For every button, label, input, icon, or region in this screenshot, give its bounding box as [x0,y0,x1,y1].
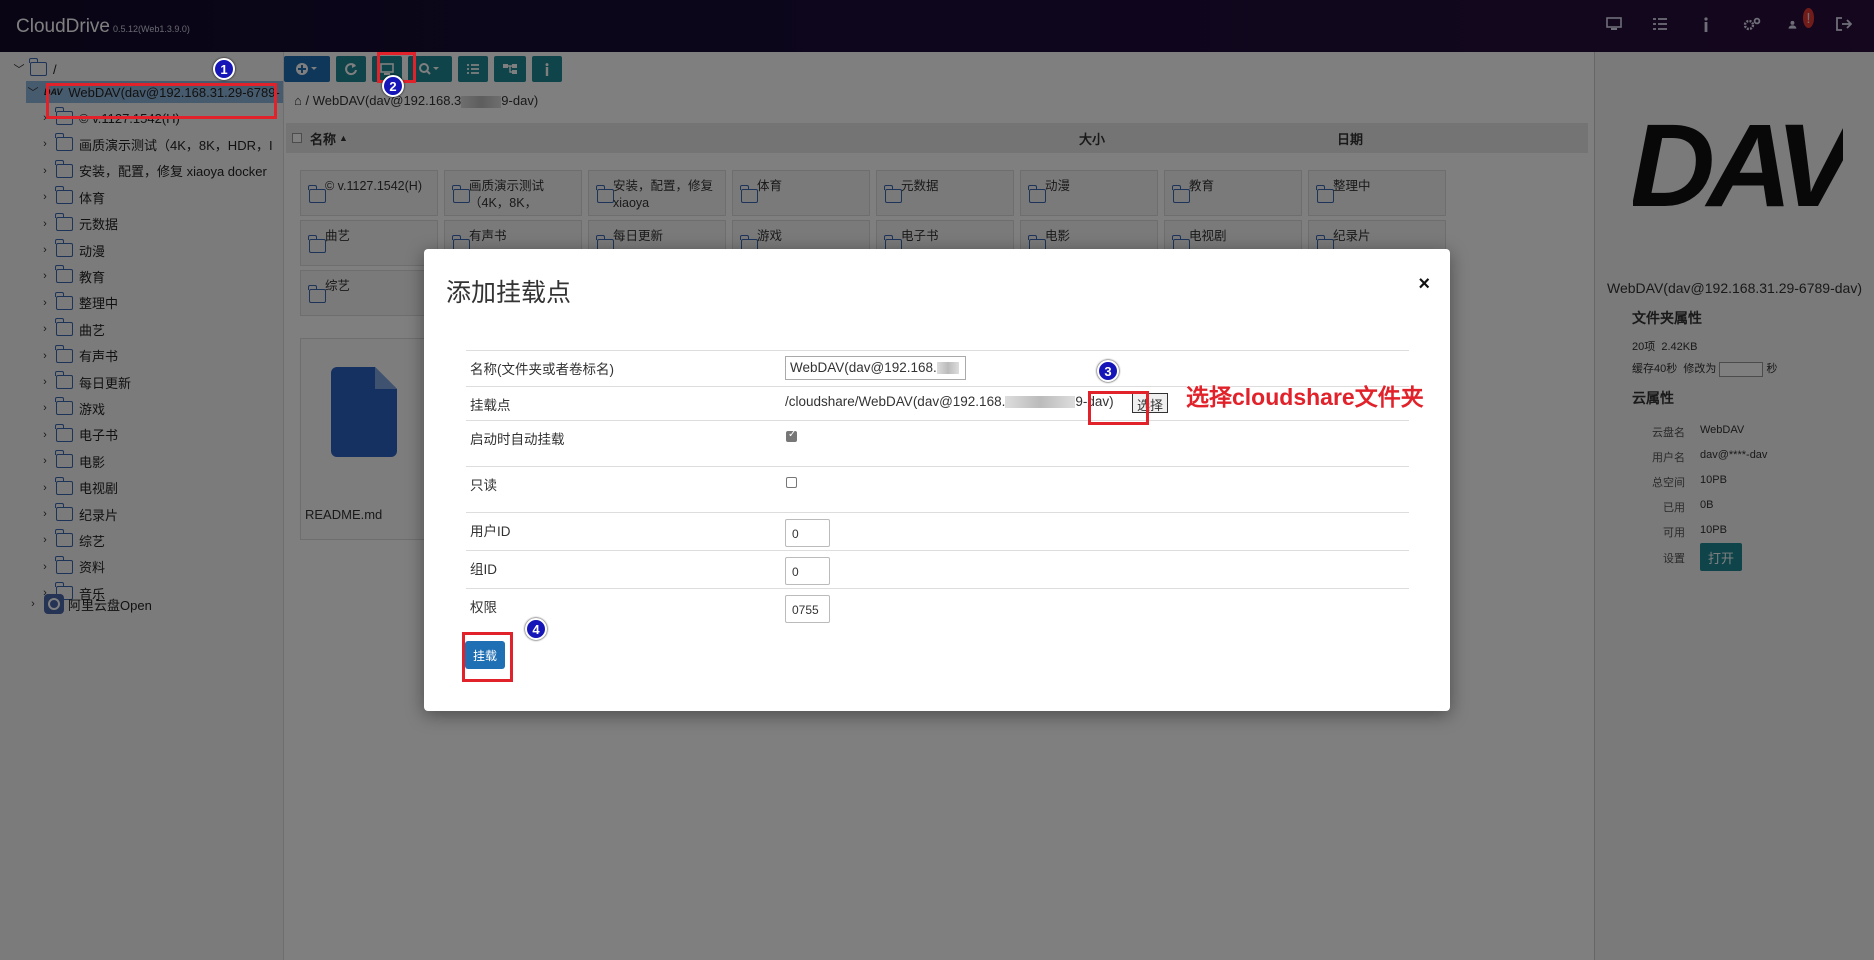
uid-label: 用户ID [470,524,511,539]
mount-label: 挂载点 [470,398,511,413]
step-badge-3: 3 [1097,360,1119,382]
perm-row: 权限 0755 [466,588,1409,628]
blurred-text [1005,396,1076,409]
dialog-title: 添加挂载点 [446,279,572,307]
name-input[interactable]: WebDAV(dav@192.168. [785,356,966,380]
auto-mount-row: 启动时自动挂载 [466,420,1409,466]
gid-row: 组ID 0 [466,550,1409,588]
uid-row: 用户ID 0 [466,512,1409,550]
step-badge-1: 1 [213,58,235,80]
name-value: WebDAV(dav@192.168. [790,360,937,375]
perm-input[interactable]: 0755 [785,595,830,623]
perm-label: 权限 [470,600,497,615]
highlight-box-1 [46,83,277,119]
name-label: 名称(文件夹或者卷标名) [470,362,614,377]
auto-mount-checkbox[interactable] [786,429,797,442]
step-badge-4: 4 [525,618,547,640]
auto-mount-label: 启动时自动挂载 [470,432,565,447]
readonly-row: 只读 [466,466,1409,512]
uid-input[interactable]: 0 [785,519,830,547]
readonly-label: 只读 [470,478,497,493]
readonly-checkbox[interactable] [786,477,797,488]
gid-input[interactable]: 0 [785,557,830,585]
add-mount-dialog: 添加挂载点 × 名称(文件夹或者卷标名) WebDAV(dav@192.168.… [424,249,1450,711]
step-badge-2: 2 [382,75,404,97]
highlight-box-4 [462,632,513,682]
highlight-box-3 [1088,391,1149,425]
close-icon[interactable]: × [1418,273,1430,296]
annotation-note: 选择cloudshare文件夹 [1186,384,1424,410]
mount-path-value: /cloudshare/WebDAV(dav@192.168. [785,394,1006,409]
mount-path: /cloudshare/WebDAV(dav@192.168. 9-dav) [785,394,1114,409]
gid-label: 组ID [470,562,497,577]
blurred-text [936,362,959,375]
